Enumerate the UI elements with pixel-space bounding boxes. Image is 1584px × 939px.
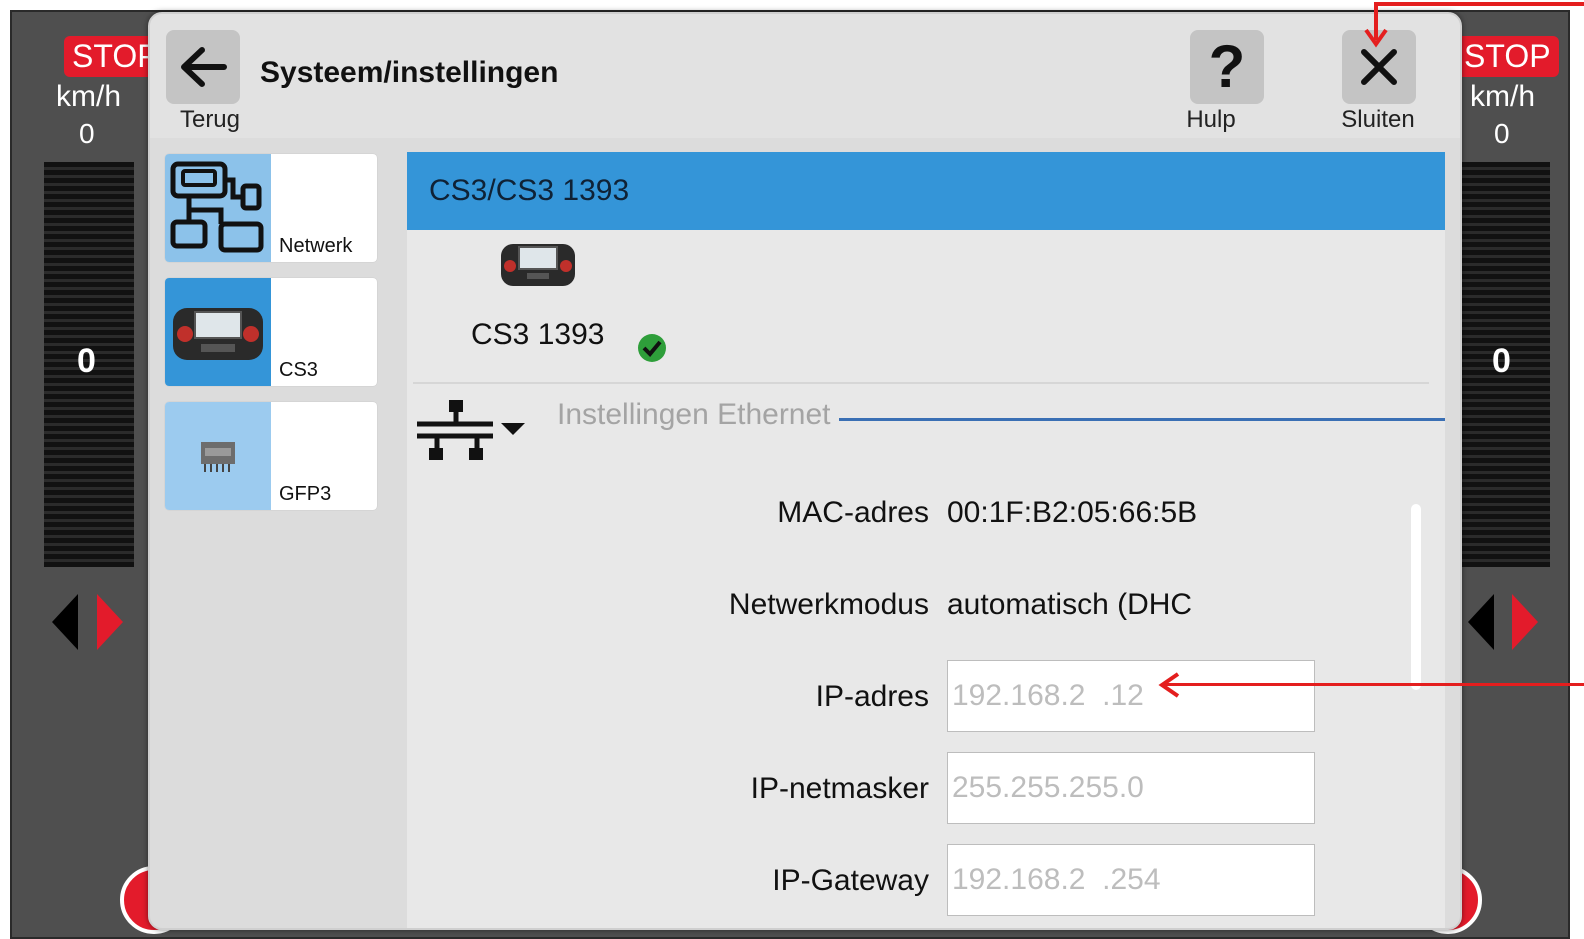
ethernet-icon[interactable]	[413, 398, 525, 464]
mac-value: 00:1F:B2:05:66:5B	[947, 496, 1198, 529]
direction-left-icon[interactable]	[52, 594, 78, 650]
nav-label-netwerk: Netwerk	[279, 235, 353, 257]
annotation-arrowhead-icon	[1364, 28, 1388, 48]
help-label: Hulp	[1186, 106, 1236, 133]
device-header-label: CS3/CS3 1393	[429, 174, 630, 207]
netmask-field[interactable]	[947, 752, 1315, 824]
divider	[413, 382, 1429, 384]
back-label: Terug	[179, 106, 241, 133]
speed-unit-left: km/h	[56, 80, 122, 113]
back-button[interactable]	[166, 30, 240, 104]
left-control-panel: STOP km/h 0 0	[12, 14, 188, 934]
annotation-arrowhead-icon	[1158, 672, 1180, 698]
device-name: CS3 1393	[471, 318, 605, 351]
speed-unit-right: km/h	[1470, 80, 1536, 113]
device-header[interactable]: CS3/CS3 1393	[407, 152, 1445, 230]
ethernet-section-title[interactable]: Instellingen Ethernet	[557, 398, 831, 432]
help-button[interactable]: ?	[1190, 30, 1264, 104]
gateway-label: IP-Gateway	[772, 864, 929, 897]
nav-item-gfp3[interactable]: GFP3	[165, 402, 377, 510]
chip-icon	[165, 402, 271, 510]
netmask-label: IP-netmasker	[750, 772, 929, 805]
network-icon	[165, 154, 271, 262]
mac-label: MAC-adres	[777, 496, 929, 529]
ip-address-label: IP-adres	[815, 680, 929, 713]
stop-button-right[interactable]: STOP	[1456, 36, 1559, 77]
speed-value-left: 0	[79, 118, 95, 149]
arrow-left-icon	[181, 47, 227, 87]
nav-label-gfp3: GFP3	[279, 483, 332, 505]
nav-item-cs3[interactable]: CS3	[165, 278, 377, 386]
ip-address-field[interactable]	[947, 660, 1315, 732]
check-icon	[638, 334, 666, 362]
settings-dialog: Terug Systeem/instellingen ? Hulp Sluite…	[148, 12, 1462, 930]
network-mode-value[interactable]: automatisch (DHC	[947, 588, 1192, 622]
cs3-device-icon	[165, 278, 271, 386]
page-title: Systeem/instellingen	[260, 56, 559, 89]
annotation-line	[1376, 2, 1584, 6]
close-label: Sluiten	[1341, 106, 1415, 133]
nav-item-netwerk[interactable]: Netwerk	[165, 154, 377, 262]
scrollbar[interactable]	[1411, 504, 1421, 690]
annotation-line	[1164, 683, 1584, 686]
direction-left-icon[interactable]	[1468, 594, 1494, 650]
network-mode-label: Netwerkmodus	[728, 588, 929, 621]
question-mark-icon: ?	[1208, 33, 1246, 100]
gateway-field[interactable]	[947, 844, 1315, 916]
nav-label-cs3: CS3	[279, 359, 318, 381]
direction-right-icon[interactable]	[97, 594, 123, 650]
gauge-value-right: 0	[1492, 342, 1511, 380]
section-divider	[839, 418, 1445, 421]
cs3-device-icon	[501, 244, 575, 286]
dialog-header: Terug Systeem/instellingen ? Hulp Sluite…	[150, 14, 1460, 138]
device-settings-panel: CS3/CS3 1393 CS3 1393 Instellingen Ether…	[407, 152, 1445, 928]
gauge-value-left: 0	[77, 342, 96, 380]
direction-right-icon[interactable]	[1512, 594, 1538, 650]
speed-value-right: 0	[1494, 118, 1510, 149]
close-icon	[1361, 49, 1397, 85]
